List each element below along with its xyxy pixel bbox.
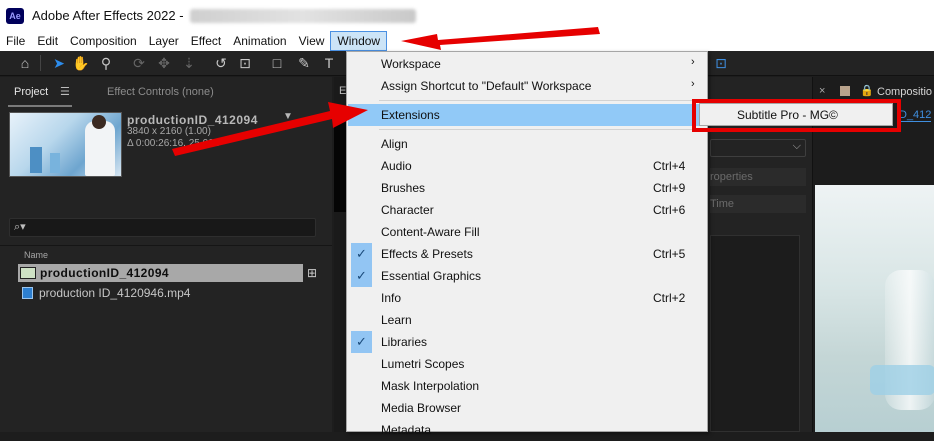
annotation-arrows <box>172 27 600 156</box>
annotation-arrow-window <box>401 27 600 50</box>
annotation-arrow-extensions <box>172 102 368 156</box>
